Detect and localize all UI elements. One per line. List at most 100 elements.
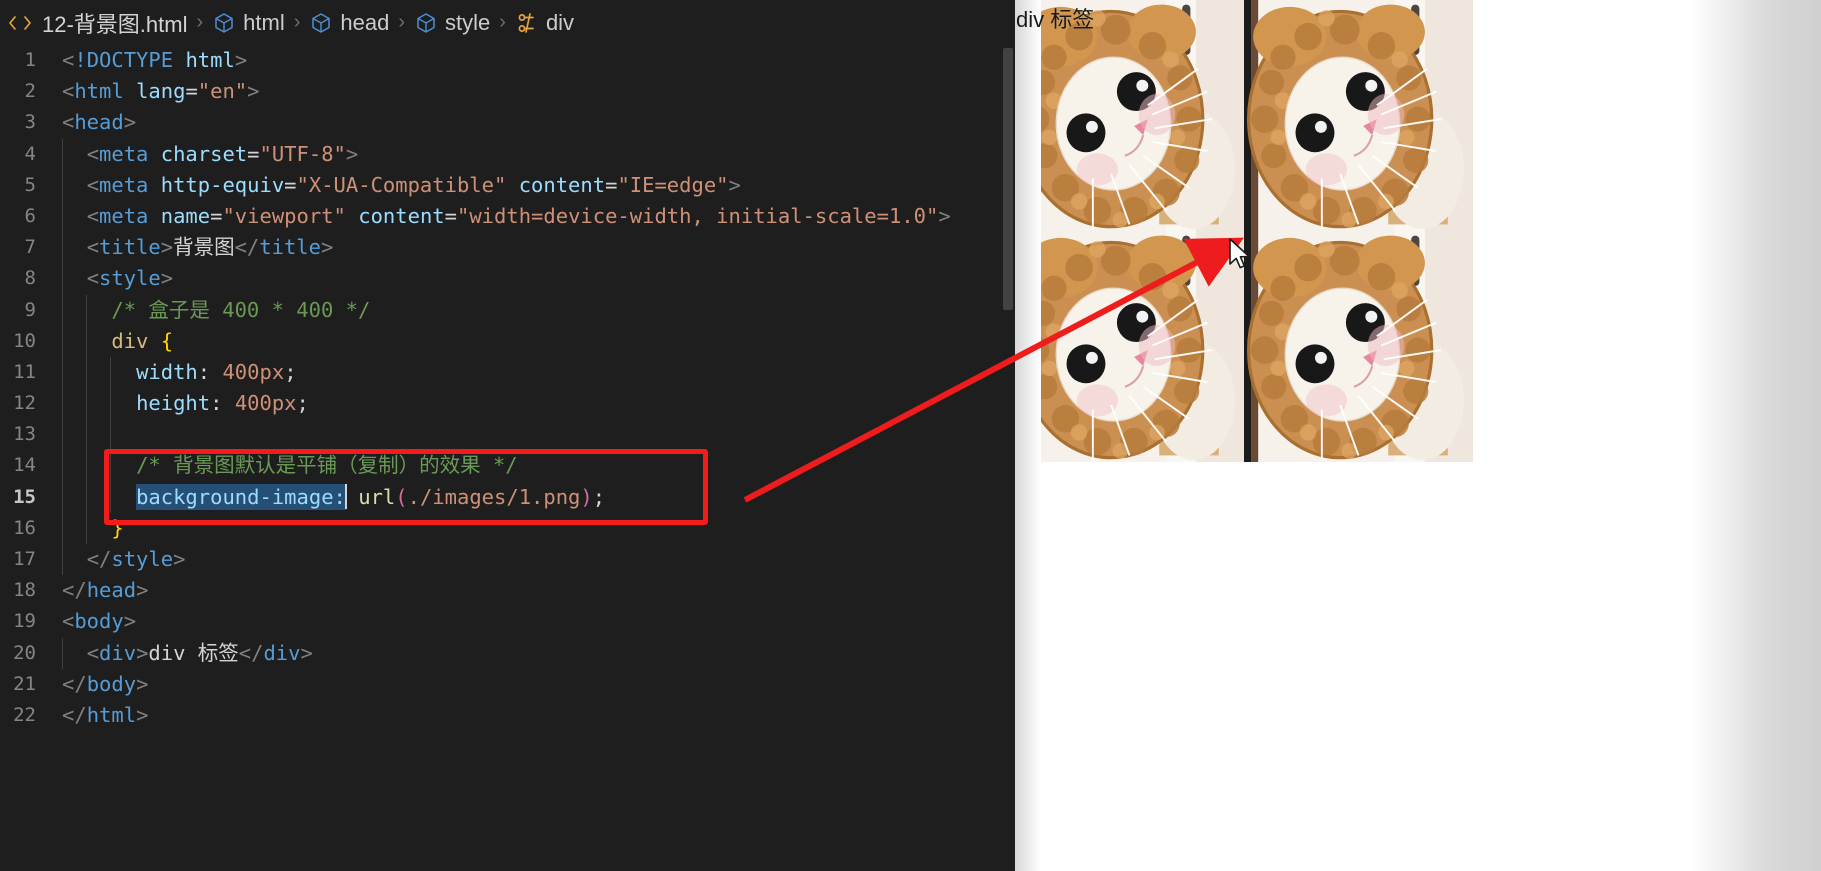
code-line[interactable]: 12 height: 400px;: [0, 388, 1015, 420]
line-number: 7: [24, 236, 36, 259]
breadcrumb-separator: ›: [499, 11, 506, 33]
screen-root: 12-背景图.html › html › head › style › div …: [0, 0, 1821, 871]
close-paren: ): [580, 484, 593, 509]
breadcrumb[interactable]: 12-背景图.html › html › head › style › div: [0, 0, 1015, 45]
code-content[interactable]: 1 <!DOCTYPE html> 2 <html lang="en"> 3 <…: [0, 45, 1015, 871]
css-comment: /* 盒子是 400 * 400 */: [111, 297, 371, 322]
breadcrumb-separator: ›: [196, 11, 204, 33]
line-code[interactable]: div {: [62, 325, 1015, 357]
line-code[interactable]: <!DOCTYPE html>: [62, 45, 1015, 76]
line-number: 13: [13, 423, 36, 446]
line-number: 21: [13, 672, 36, 695]
preview-right-fade: [1691, 0, 1821, 871]
div-inner-text: div 标签: [148, 640, 239, 665]
line-code[interactable]: [62, 419, 1015, 451]
line-number: 19: [13, 610, 36, 633]
cube-icon: [212, 11, 236, 35]
line-number: 10: [13, 329, 36, 352]
line-code[interactable]: <title>背景图</title>: [62, 232, 1015, 264]
line-number: 9: [24, 298, 36, 321]
line-code[interactable]: height: 400px;: [62, 388, 1015, 420]
breadcrumb-item-html[interactable]: html: [212, 10, 285, 36]
line-code[interactable]: <head>: [62, 107, 1015, 138]
line-number: 4: [24, 142, 36, 165]
code-line[interactable]: 5 <meta http-equiv="X-UA-Compatible" con…: [0, 169, 1015, 201]
preview-content: div 标签: [1015, 0, 1505, 871]
line-code[interactable]: <style>: [62, 263, 1015, 295]
code-line[interactable]: 16 }: [0, 512, 1015, 544]
selected-property-text[interactable]: background-image:: [136, 483, 346, 510]
css-rule-icon: [515, 11, 539, 35]
code-editor-pane: 12-背景图.html › html › head › style › div …: [0, 0, 1015, 871]
line-code[interactable]: </body>: [62, 669, 1015, 700]
image-path: ./images/1.png: [407, 484, 581, 509]
line-number: 1: [24, 49, 36, 71]
browser-preview-pane: div 标签: [1015, 0, 1821, 871]
line-code[interactable]: <body>: [62, 606, 1015, 637]
line-number: 20: [13, 641, 36, 664]
line-number: 11: [13, 360, 36, 383]
cat-image: [1015, 231, 1244, 462]
code-line[interactable]: 2 <html lang="en">: [0, 76, 1015, 107]
line-number: 12: [13, 392, 36, 415]
code-line[interactable]: 7 <title>背景图</title>: [0, 232, 1015, 264]
background-tile: [1244, 0, 1473, 231]
line-code[interactable]: <meta name="viewport" content="width=dev…: [62, 200, 1015, 233]
line-code[interactable]: /* 背景图默认是平铺（复制）的效果 */: [62, 450, 1015, 482]
code-line[interactable]: 3 <head>: [0, 107, 1015, 138]
line-number: 8: [24, 267, 36, 290]
breadcrumb-file-name[interactable]: 12-背景图.html: [42, 7, 187, 39]
line-code[interactable]: <div>div 标签</div>: [62, 637, 1015, 669]
code-line[interactable]: 18 </head>: [0, 575, 1015, 606]
code-line[interactable]: 22 </html>: [0, 700, 1015, 731]
text-caret: [344, 483, 347, 509]
editor-scrollbar[interactable]: [1001, 0, 1015, 871]
code-line[interactable]: 10 div {: [0, 325, 1015, 357]
code-line[interactable]: 20 <div>div 标签</div>: [0, 637, 1015, 669]
breadcrumb-label: head: [340, 9, 390, 35]
code-line[interactable]: 8 <style>: [0, 263, 1015, 295]
open-paren: (: [395, 484, 408, 509]
code-line[interactable]: 4 <meta charset="UTF-8">: [0, 138, 1015, 170]
code-line[interactable]: 14 /* 背景图默认是平铺（复制）的效果 */: [0, 450, 1015, 482]
background-tile: [1015, 0, 1244, 231]
breadcrumb-item-style[interactable]: style: [414, 10, 490, 36]
preview-div-text: div 标签: [1016, 7, 1095, 32]
code-line[interactable]: 21 </body>: [0, 669, 1015, 700]
line-code[interactable]: <meta charset="UTF-8">: [62, 138, 1015, 170]
line-code[interactable]: background-image: url(./images/1.png);: [62, 481, 1015, 513]
line-code[interactable]: /* 盒子是 400 * 400 */: [62, 294, 1015, 326]
code-line[interactable]: 13: [0, 419, 1015, 451]
cat-image: [1244, 0, 1473, 231]
breadcrumb-item-div[interactable]: div: [515, 10, 574, 36]
line-number: 5: [24, 173, 36, 196]
css-comment-tiling: /* 背景图默认是平铺（复制）的效果 */: [136, 453, 518, 478]
breadcrumb-separator: ›: [398, 11, 406, 33]
code-line-current[interactable]: 15 background-image: url(./images/1.png)…: [0, 481, 1015, 513]
scrollbar-thumb[interactable]: [1003, 48, 1013, 310]
cube-icon: [309, 11, 333, 35]
line-number: 6: [24, 204, 36, 227]
breadcrumb-label: div: [545, 9, 575, 35]
line-number: 22: [13, 703, 36, 726]
line-code[interactable]: <html lang="en">: [62, 76, 1015, 107]
line-code[interactable]: </head>: [62, 575, 1015, 606]
code-line[interactable]: 1 <!DOCTYPE html>: [0, 45, 1015, 76]
code-line[interactable]: 17 </style>: [0, 544, 1015, 576]
background-tile: [1244, 231, 1473, 462]
code-line[interactable]: 6 <meta name="viewport" content="width=d…: [0, 200, 1015, 233]
line-number: 18: [13, 579, 36, 602]
line-code[interactable]: }: [62, 512, 1015, 544]
line-number: 14: [13, 454, 36, 477]
line-number: 17: [13, 548, 36, 570]
code-line[interactable]: 9 /* 盒子是 400 * 400 */: [0, 294, 1015, 326]
line-code[interactable]: width: 400px;: [62, 356, 1015, 389]
code-line[interactable]: 11 width: 400px;: [0, 356, 1015, 389]
line-code[interactable]: </style>: [62, 544, 1015, 576]
line-code[interactable]: </html>: [62, 700, 1015, 731]
line-number: 3: [24, 111, 36, 134]
breadcrumb-item-head[interactable]: head: [309, 10, 389, 36]
code-line[interactable]: 19 <body>: [0, 606, 1015, 637]
background-tile: [1015, 231, 1244, 462]
line-code[interactable]: <meta http-equiv="X-UA-Compatible" conte…: [62, 169, 1015, 201]
